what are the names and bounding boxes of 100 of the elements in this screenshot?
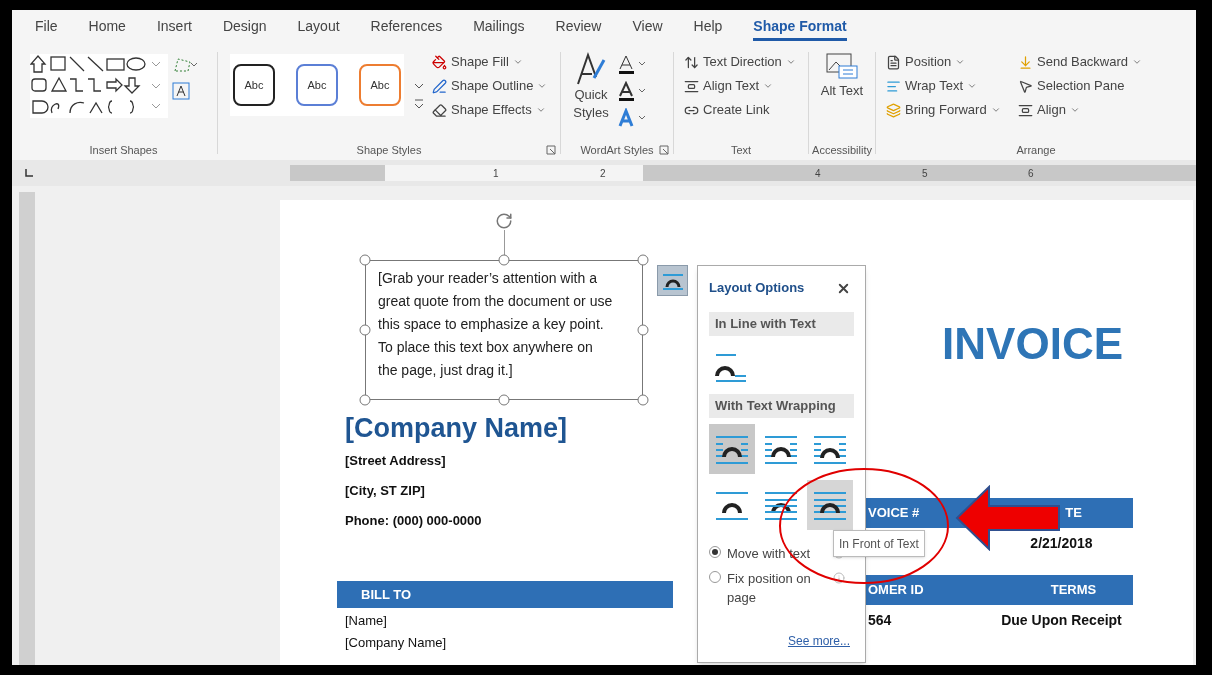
radio-label[interactable]: Fix position on page <box>727 569 827 607</box>
caret-icon <box>763 81 774 91</box>
quick-styles-button[interactable]: Quick Styles <box>571 52 611 122</box>
table-cell: 2/21/2018 <box>1030 535 1093 551</box>
shape-style-preset[interactable]: Abc <box>296 64 338 106</box>
ribbon-tab[interactable]: Review <box>555 15 602 41</box>
quick-styles-icon <box>574 52 608 86</box>
group-label: Insert Shapes <box>89 142 158 158</box>
alt-text-button[interactable]: Alt Text <box>820 52 864 140</box>
ruler-number: 2 <box>600 167 606 181</box>
resize-handle[interactable] <box>498 254 510 266</box>
align-icon <box>1018 102 1033 118</box>
shape-style-preset[interactable]: Abc <box>233 64 275 106</box>
shapes-gallery-drawing[interactable] <box>30 54 168 118</box>
ruler-number: 4 <box>815 167 821 181</box>
section-header: In Line with Text <box>709 312 854 336</box>
ruler-number: 5 <box>922 167 928 181</box>
image-description-icon <box>825 52 859 82</box>
caret-icon <box>1069 105 1080 115</box>
company-name: [Company Name] <box>345 413 568 443</box>
ribbon-tab[interactable]: Mailings <box>473 15 525 41</box>
ruler-number: 6 <box>1028 167 1034 181</box>
caret-icon <box>967 81 978 91</box>
group-label: Arrange <box>1016 142 1056 158</box>
caret-icon <box>955 57 966 67</box>
ribbon-tab[interactable]: Insert <box>156 15 192 41</box>
ribbon-tab[interactable]: View <box>632 15 663 41</box>
ribbon-command[interactable]: Wrap Text <box>886 74 1014 98</box>
ribbon-command[interactable]: Shape Outline <box>432 74 548 98</box>
ribbon-tab[interactable]: Layout <box>297 15 340 41</box>
dialog-launcher-icon[interactable] <box>546 145 556 155</box>
horizontal-ruler[interactable]: 1 2 4 5 6 <box>290 165 1196 181</box>
ribbon-tab[interactable]: Home <box>88 15 126 41</box>
ruler-number: 1 <box>493 167 499 181</box>
caret-icon <box>990 105 1001 115</box>
caret-icon <box>537 81 548 91</box>
wrap-text-icon <box>886 78 901 94</box>
resize-handle[interactable] <box>637 324 649 336</box>
tooltip: In Front of Text <box>833 530 925 557</box>
ribbon-tab[interactable]: References <box>370 15 443 41</box>
ribbon-tab[interactable]: Help <box>693 15 723 41</box>
address-line: Phone: (000) 000-0000 <box>345 512 483 530</box>
caret-icon <box>1132 57 1143 67</box>
text-fill-icon[interactable] <box>617 54 647 76</box>
resize-handle[interactable] <box>359 394 371 406</box>
resize-handle[interactable] <box>498 394 510 406</box>
resize-handle[interactable] <box>637 394 649 406</box>
bill-to-line: [Name] <box>345 612 388 630</box>
shape-effects-icon <box>432 102 447 118</box>
invoice-title: INVOICE <box>942 318 1123 370</box>
position-icon <box>886 54 901 70</box>
ribbon-command[interactable]: Selection Pane <box>1018 74 1178 98</box>
address-line: [City, ST ZIP] <box>345 482 426 500</box>
resize-handle[interactable] <box>637 254 649 266</box>
ribbon-command[interactable]: Create Link <box>684 98 808 122</box>
pointer-icon <box>1018 78 1033 94</box>
paint-bucket-icon <box>432 54 447 70</box>
text-direction-icon <box>684 54 699 70</box>
group-label: Shape Styles <box>356 142 422 158</box>
wrap-option-button[interactable] <box>807 480 853 530</box>
caret-icon <box>785 57 796 67</box>
group-label: Accessibility <box>812 142 872 158</box>
bill-to-header: BILL TO <box>337 581 673 608</box>
panel-title: Layout Options <box>709 279 805 298</box>
caret-icon <box>512 57 523 67</box>
edit-shape-icon[interactable] <box>172 56 198 74</box>
placeholder-quote: [Grab your reader’s attention with a great quote from the document or use this space to emphasize a key point. To place this text box anywhere on the page, just drag it.] <box>378 269 614 380</box>
ribbon-command[interactable]: Text Direction <box>684 50 808 74</box>
see-more-link[interactable]: See more... <box>787 632 850 650</box>
bill-to-line: [Company Name] <box>345 634 448 652</box>
table-cell: Due Upon Receipt <box>1001 612 1122 628</box>
pen-icon <box>432 78 447 94</box>
info-icon[interactable] <box>833 572 845 584</box>
text-box-icon[interactable] <box>172 82 190 100</box>
shape-style-preset[interactable]: Abc <box>359 64 401 106</box>
ribbon-command[interactable]: Shape Effects <box>432 98 548 122</box>
caret-icon <box>535 105 546 115</box>
layout-options-button[interactable] <box>657 265 688 296</box>
rotation-handle[interactable] <box>495 212 513 230</box>
ribbon-command[interactable]: Bring Forward <box>886 98 1014 122</box>
table-cell: 564 <box>868 612 892 628</box>
radio-label[interactable]: Move with text <box>727 544 827 563</box>
ribbon-tab[interactable]: Shape Format <box>753 15 847 41</box>
resize-handle[interactable] <box>359 254 371 266</box>
group-label: Text <box>730 142 752 158</box>
align-icon <box>684 78 699 94</box>
ribbon-command[interactable]: Position <box>886 50 1014 74</box>
text-outline-icon[interactable] <box>617 81 647 103</box>
ribbon-command[interactable]: Align <box>1018 98 1178 122</box>
resize-handle[interactable] <box>359 324 371 336</box>
ribbon-command[interactable]: Shape Fill <box>432 50 548 74</box>
section-header: With Text Wrapping <box>709 394 854 418</box>
details-header: OMER ID TERMS <box>866 575 1133 605</box>
ribbon-tab[interactable]: File <box>35 15 58 41</box>
dialog-launcher-icon[interactable] <box>659 145 669 155</box>
tab-selector-icon[interactable] <box>24 168 34 178</box>
ribbon-command[interactable]: Align Text <box>684 74 808 98</box>
ribbon-command[interactable]: Send Backward <box>1018 50 1178 74</box>
ribbon-tab[interactable]: Design <box>222 15 267 41</box>
wrap-option-button[interactable] <box>709 424 755 474</box>
